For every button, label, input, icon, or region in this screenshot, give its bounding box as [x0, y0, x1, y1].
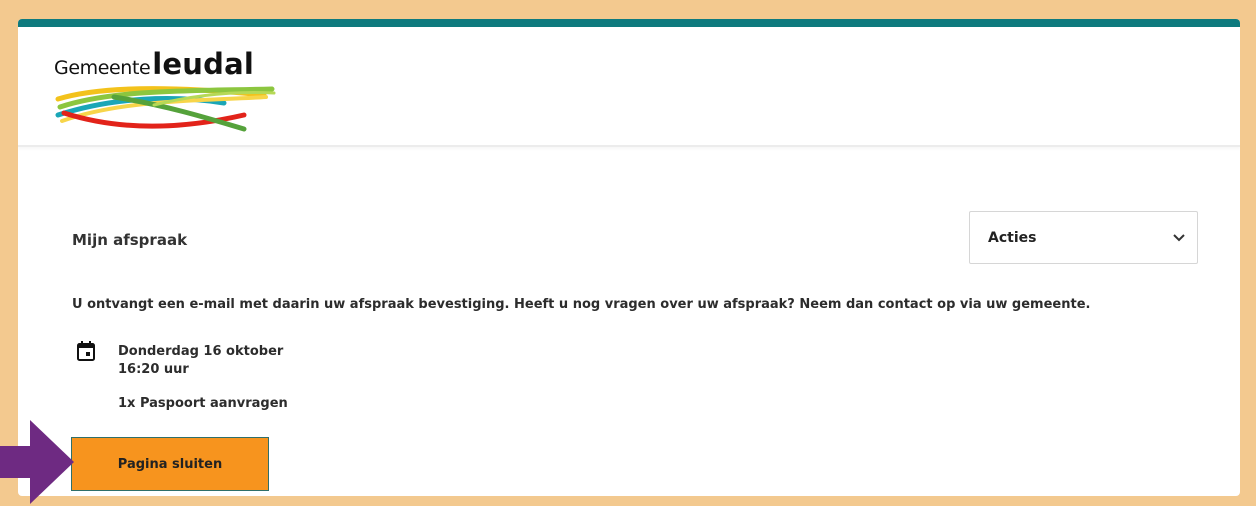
logo-wordmark: Gemeenteleudal	[54, 47, 254, 81]
top-accent-bar	[18, 19, 1240, 27]
page-title: Mijn afspraak	[72, 231, 188, 249]
appointment-time: 16:20 uur	[118, 362, 189, 377]
page-frame: Gemeenteleudal Mijn afspraak Acties U on…	[18, 19, 1240, 496]
actions-dropdown-label: Acties	[988, 230, 1037, 246]
municipality-logo[interactable]: Gemeenteleudal	[54, 41, 294, 132]
site-header: Gemeenteleudal	[18, 27, 1240, 147]
calendar-icon	[77, 341, 95, 361]
appointment-service: 1x Paspoort aanvragen	[118, 396, 288, 411]
arrow-right-icon	[0, 420, 74, 504]
chevron-down-icon	[1173, 234, 1185, 242]
close-page-button[interactable]: Pagina sluiten	[71, 437, 269, 491]
logo-name: leudal	[152, 47, 255, 81]
appointment-date: Donderdag 16 oktober	[118, 344, 284, 359]
actions-dropdown[interactable]: Acties	[969, 211, 1198, 264]
logo-waves-icon	[55, 86, 276, 132]
confirmation-info-text: U ontvangt een e-mail met daarin uw afsp…	[72, 297, 1091, 312]
logo-prefix: Gemeente	[54, 57, 151, 79]
